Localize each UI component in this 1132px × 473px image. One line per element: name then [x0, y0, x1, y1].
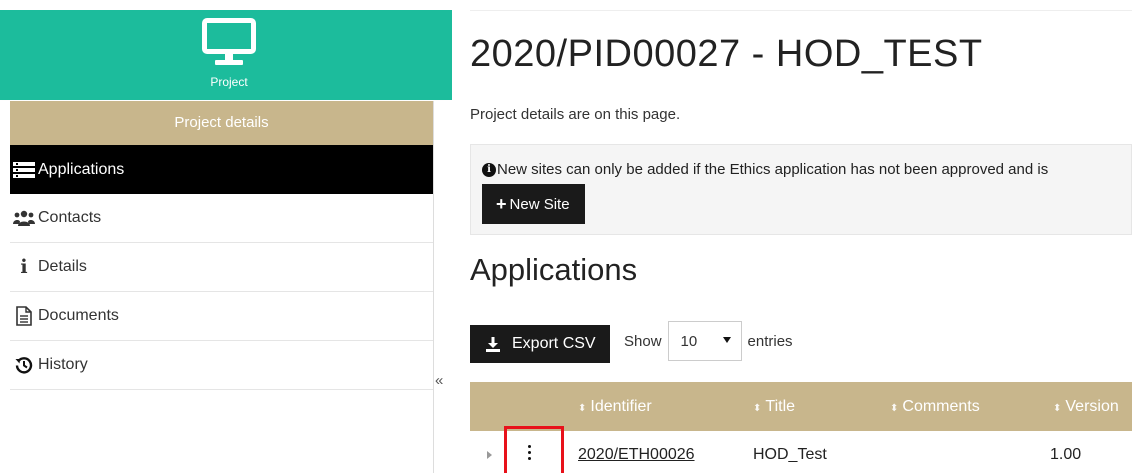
sidebar-item-contacts[interactable]: Contacts [10, 194, 433, 243]
column-header-title[interactable]: ⬍ Title [753, 382, 795, 431]
sort-icon: ⬍ [753, 403, 762, 414]
contacts-icon [12, 208, 36, 228]
column-header-label: Identifier [590, 398, 652, 415]
entries-select[interactable]: 10 [667, 321, 742, 361]
sort-icon: ⬍ [1053, 403, 1062, 414]
row-actions-kebab-icon[interactable] [528, 445, 532, 461]
sidebar-nav: Applications Contacts i Details Document… [10, 145, 433, 390]
top-divider [470, 10, 1132, 11]
section-title: Project details [10, 101, 433, 145]
column-header-label: Comments [902, 398, 980, 415]
column-header-version[interactable]: ⬍ Version [1053, 382, 1119, 431]
sidebar-item-applications[interactable]: Applications [10, 145, 433, 194]
new-site-button[interactable]: + New Site [482, 184, 585, 224]
identifier-link[interactable]: 2020/ETH00026 [578, 431, 695, 473]
expand-row-icon[interactable] [487, 451, 492, 459]
alert-text: New sites can only be added if the Ethic… [497, 161, 1049, 178]
table-header: ⬍ Identifier ⬍ Title ⬍ Comments ⬍ Version [470, 382, 1132, 431]
new-site-label: New Site [509, 195, 570, 213]
alert-message: i New sites can only be added if the Eth… [482, 161, 1048, 178]
sidebar: Project Project details Applications Con… [0, 0, 452, 473]
history-icon [12, 355, 36, 375]
sidebar-item-label: Documents [38, 307, 119, 324]
page-title: 2020/PID00027 - HOD_TEST [470, 33, 983, 75]
applications-icon [12, 160, 36, 180]
document-icon [12, 306, 36, 326]
export-csv-label: Export CSV [512, 335, 596, 352]
intro-text: Project details are on this page. [470, 106, 681, 123]
column-header-label: Version [1065, 398, 1119, 415]
monitor-icon [202, 18, 256, 65]
entries-control: Show 10 entries [624, 321, 793, 361]
entries-value: 10 [680, 332, 698, 350]
sidebar-item-details[interactable]: i Details [10, 243, 433, 292]
plus-icon: + [496, 193, 507, 214]
sidebar-item-history[interactable]: History [10, 341, 433, 390]
sidebar-divider [433, 101, 434, 473]
info-icon: i [20, 256, 28, 278]
info-circle-icon: i [482, 162, 496, 177]
column-header-label: Title [765, 398, 796, 415]
entries-label: entries [747, 332, 793, 350]
show-label: Show [624, 332, 662, 350]
download-icon [485, 336, 501, 352]
applications-heading: Applications [470, 252, 638, 287]
brand-label: Project [210, 75, 248, 89]
main-content: 2020/PID00027 - HOD_TEST Project details… [470, 0, 1132, 473]
chevron-down-icon [722, 337, 731, 343]
column-header-comments[interactable]: ⬍ Comments [890, 382, 980, 431]
column-header-identifier[interactable]: ⬍ Identifier [578, 382, 652, 431]
export-csv-button[interactable]: Export CSV [470, 325, 610, 363]
title-cell: HOD_Test [753, 446, 827, 463]
table-row: 2020/ETH00026 HOD_Test 1.00 [470, 431, 1132, 473]
sidebar-item-documents[interactable]: Documents [10, 292, 433, 341]
sidebar-item-label: History [38, 356, 88, 373]
sidebar-item-label: Details [38, 258, 87, 275]
highlight-box [504, 426, 564, 473]
collapse-sidebar-button[interactable]: « [435, 372, 443, 389]
sort-icon: ⬍ [890, 403, 899, 414]
sort-icon: ⬍ [578, 403, 587, 414]
sidebar-item-label: Contacts [38, 209, 102, 226]
sidebar-item-label: Applications [38, 160, 125, 178]
project-brand-tile[interactable]: Project [0, 10, 452, 100]
version-cell: 1.00 [1050, 446, 1082, 463]
